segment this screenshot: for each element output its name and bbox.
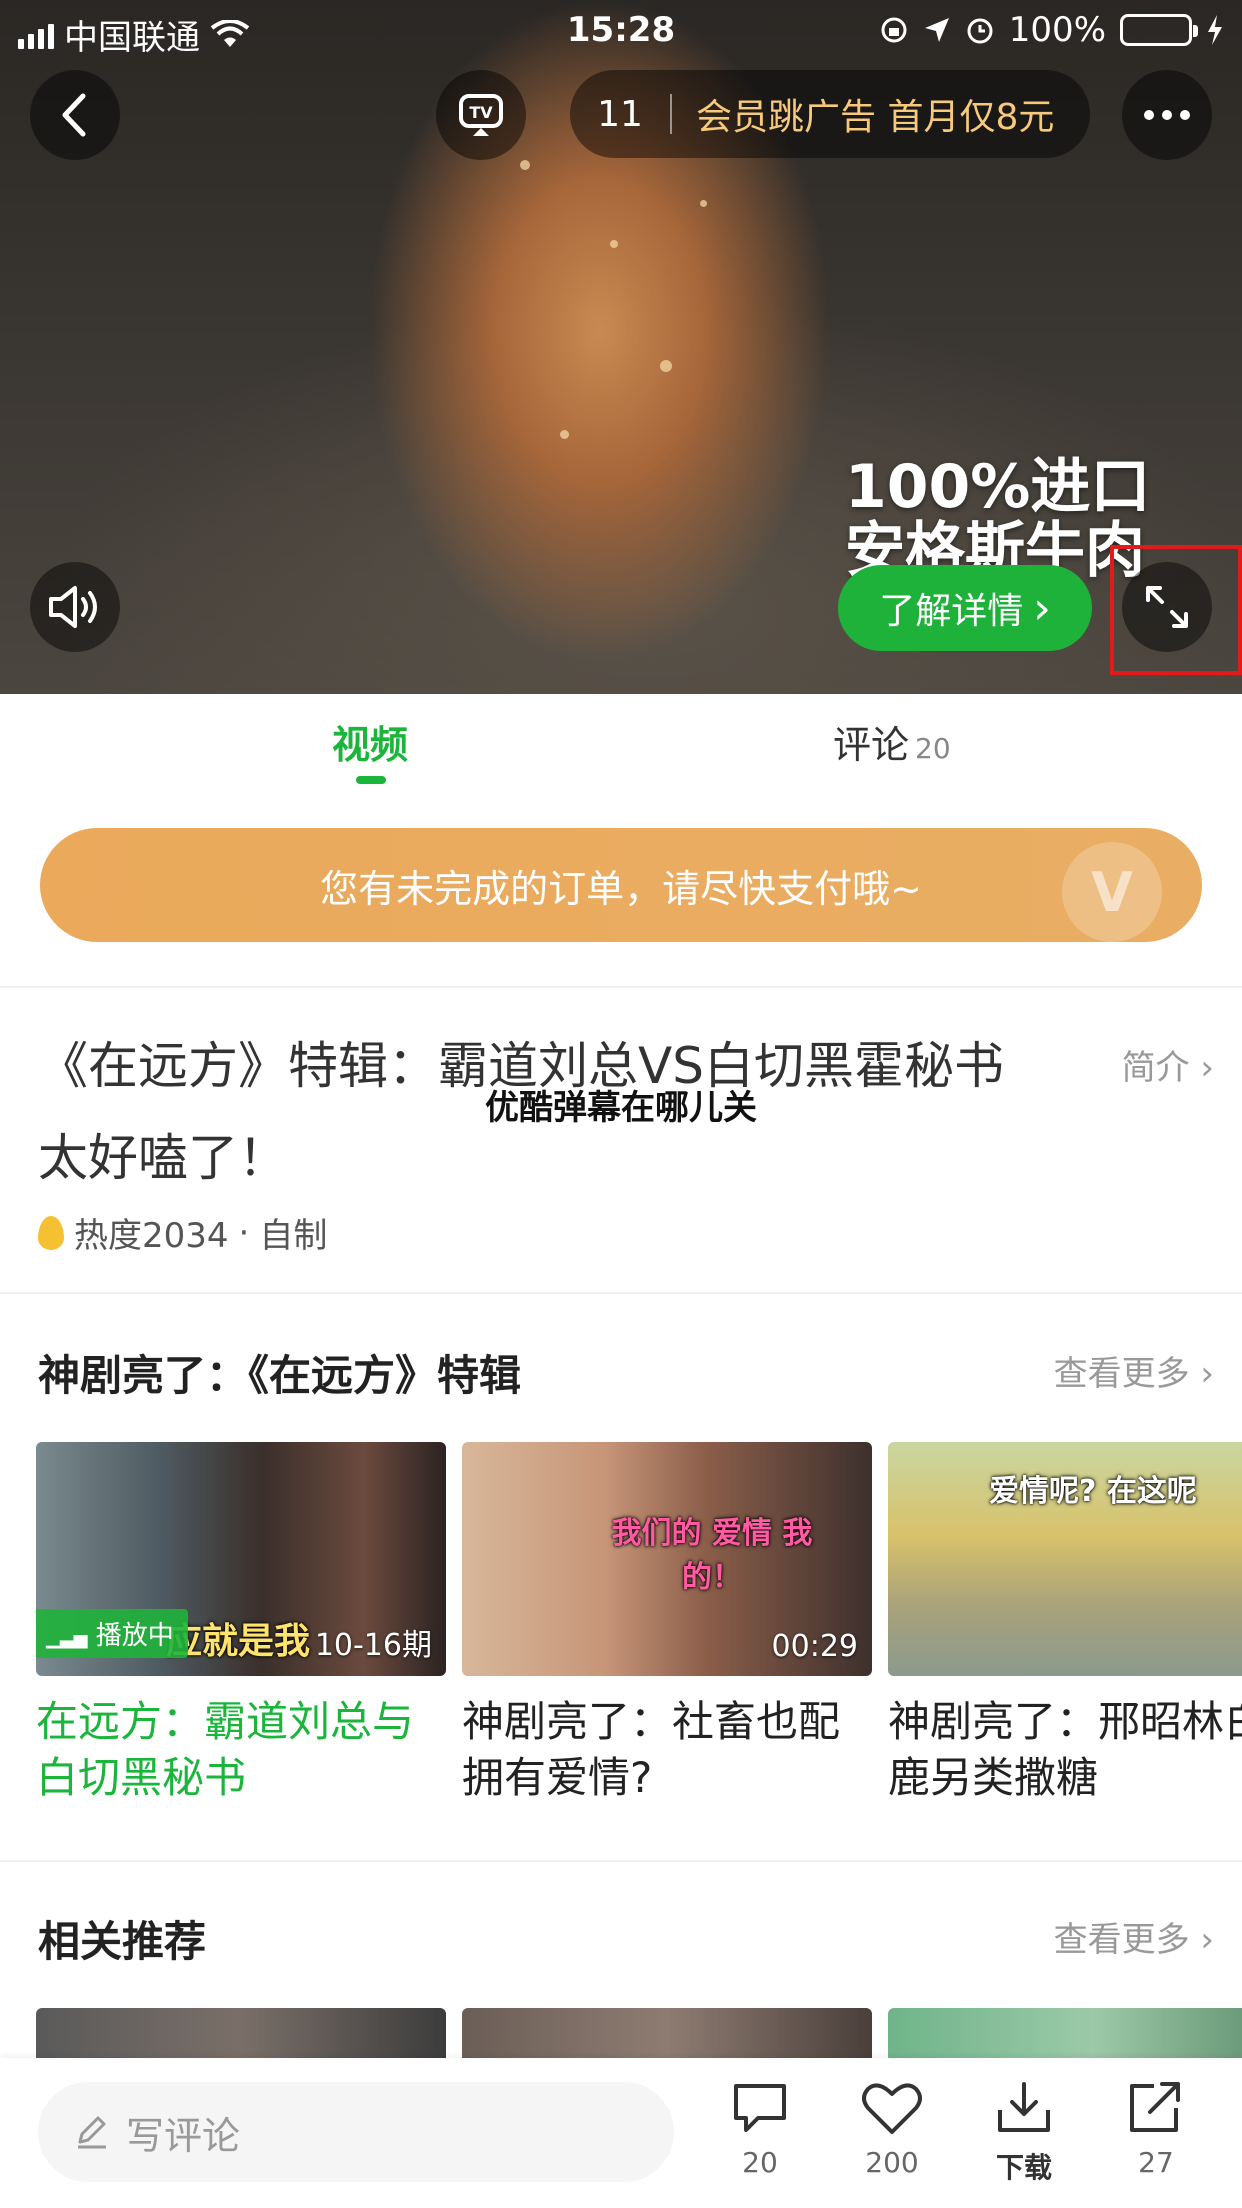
duration-label: 00:29 bbox=[771, 1629, 858, 1664]
overlay-question-text: 优酷弹幕在哪儿关 bbox=[485, 1088, 757, 1128]
divider bbox=[0, 986, 1242, 988]
playing-bars-icon: ▁▃▅ bbox=[46, 1628, 88, 1649]
banner-logo-letter: V bbox=[1091, 860, 1133, 924]
thumbnail-caption: 我们的 爱情 我的！ bbox=[611, 1516, 813, 1595]
ad-skip-pill[interactable]: 11 会员跳广告 首月仅8元 bbox=[570, 70, 1090, 158]
video-thumbnail[interactable]: 我们的 爱情 我的！ 00:29 bbox=[462, 1442, 872, 1676]
now-playing-label: 播放中 bbox=[95, 1621, 174, 1651]
chevron-right-icon: › bbox=[1033, 582, 1051, 634]
active-tab-indicator bbox=[356, 776, 386, 784]
meta-separator: · bbox=[238, 1212, 250, 1253]
video-frame-detail bbox=[610, 240, 618, 248]
comments-button[interactable]: 20 bbox=[710, 2080, 810, 2179]
learn-more-label: 了解详情 bbox=[879, 591, 1024, 632]
pencil-icon bbox=[78, 2116, 106, 2149]
download-label: 下载 bbox=[995, 2151, 1052, 2184]
pending-order-text: 您有未完成的订单，请尽快支付哦~ bbox=[320, 866, 922, 911]
flame-icon bbox=[38, 1215, 64, 1250]
ad-countdown: 11 bbox=[597, 93, 643, 135]
alarm-icon bbox=[967, 18, 993, 44]
svg-text:TV: TV bbox=[469, 103, 493, 122]
recommend-more-link[interactable]: 查看更多 › bbox=[1054, 1912, 1214, 1961]
content-tabs: 视频 评论 20 bbox=[0, 694, 1242, 804]
card-title: 神剧亮了：邢昭林白鹿另类撒糖 bbox=[888, 1697, 1242, 1802]
speaker-icon bbox=[49, 586, 97, 628]
youku-logo-icon: V bbox=[1062, 842, 1162, 942]
like-count: 200 bbox=[865, 2146, 919, 2179]
battery-percent: 100% bbox=[1008, 10, 1106, 50]
chevron-left-icon bbox=[62, 93, 86, 137]
card-title: 在远方：霸道刘总与白切黑秘书 bbox=[36, 1697, 415, 1802]
status-bar: 中国联通 15:28 100% bbox=[0, 0, 1242, 60]
more-dots-icon bbox=[1144, 110, 1190, 120]
video-player[interactable]: 中国联通 15:28 100% TV 11 会员跳广告 首月仅8元 100%进口… bbox=[0, 0, 1242, 694]
pending-order-banner[interactable]: 您有未完成的订单，请尽快支付哦~ V bbox=[40, 828, 1202, 942]
tab-comments-count: 20 bbox=[915, 732, 951, 765]
video-frame-detail bbox=[700, 200, 707, 207]
thumbnail-caption: 爱情呢? 在这呢 bbox=[989, 1474, 1197, 1509]
volume-button[interactable] bbox=[30, 562, 120, 652]
recommend-section-title: 相关推荐 bbox=[38, 1917, 207, 1966]
series-card[interactable]: 爱情呢? 在这呢 01 神剧亮了：邢昭林白鹿另类撒糖 bbox=[888, 1442, 1242, 1806]
share-count: 27 bbox=[1138, 2146, 1174, 2179]
card-title: 神剧亮了：社畜也配拥有爱情? bbox=[462, 1697, 841, 1802]
write-comment-input[interactable]: 写评论 bbox=[38, 2082, 674, 2182]
learn-more-button[interactable]: 了解详情 › bbox=[838, 565, 1092, 651]
video-thumbnail[interactable]: 爱情呢? 在这呢 01 bbox=[888, 1442, 1242, 1676]
heart-icon bbox=[862, 2083, 922, 2134]
write-comment-placeholder: 写评论 bbox=[126, 2113, 241, 2158]
comments-count: 20 bbox=[742, 2146, 778, 2179]
download-button[interactable]: 下载 bbox=[974, 2080, 1074, 2186]
video-frame-detail bbox=[560, 430, 569, 439]
location-icon bbox=[924, 18, 949, 42]
like-button[interactable]: 200 bbox=[842, 2080, 942, 2179]
divider bbox=[0, 1292, 1242, 1294]
tab-video[interactable]: 视频 bbox=[332, 714, 408, 769]
charging-icon bbox=[1208, 15, 1222, 45]
bottom-action-bar: 写评论 20 200 下载 27 bbox=[0, 2058, 1242, 2208]
back-button[interactable] bbox=[30, 70, 120, 160]
original-badge: 自制 bbox=[259, 1216, 328, 1256]
more-button[interactable] bbox=[1122, 70, 1212, 160]
comment-bubble-icon bbox=[734, 2084, 786, 2132]
tv-cast-button[interactable]: TV bbox=[436, 70, 526, 160]
series-card[interactable]: 我们的 爱情 我的！ 00:29 神剧亮了：社畜也配拥有爱情? bbox=[462, 1442, 872, 1806]
divider bbox=[0, 1860, 1242, 1862]
heat-value: 热度2034 bbox=[74, 1216, 229, 1256]
vip-skip-ad-link[interactable]: 会员跳广告 首月仅8元 bbox=[672, 88, 1054, 140]
series-more-link[interactable]: 查看更多 › bbox=[1054, 1346, 1214, 1395]
video-frame-detail bbox=[660, 360, 672, 372]
tab-video-label: 视频 bbox=[332, 723, 409, 767]
video-meta: 热度2034 · 自制 bbox=[38, 1208, 327, 1257]
series-section-title: 神剧亮了：《在远方》特辑 bbox=[38, 1351, 522, 1400]
highlight-annotation-box bbox=[1110, 545, 1242, 675]
video-thumbnail[interactable]: 应就是我 ▁▃▅ 播放中 10-16期 bbox=[36, 1442, 446, 1676]
tv-cast-icon: TV bbox=[459, 94, 503, 136]
download-icon bbox=[998, 2082, 1050, 2132]
share-button[interactable]: 27 bbox=[1106, 2080, 1206, 2179]
episode-label: 10-16期 bbox=[314, 1628, 432, 1663]
video-frame-detail bbox=[520, 160, 530, 170]
share-icon bbox=[1130, 2082, 1180, 2132]
orientation-lock-icon bbox=[881, 17, 907, 43]
tab-comments-label: 评论 bbox=[833, 723, 910, 767]
battery-icon bbox=[1120, 14, 1198, 46]
ad-caption: 100%进口 安格斯牛肉 bbox=[845, 455, 1150, 583]
series-card[interactable]: 应就是我 ▁▃▅ 播放中 10-16期 在远方：霸道刘总与白切黑秘书 bbox=[36, 1442, 446, 1806]
now-playing-tag: ▁▃▅ 播放中 bbox=[36, 1609, 188, 1658]
tab-comments[interactable]: 评论 20 bbox=[833, 714, 951, 769]
ad-caption-line1: 100%进口 bbox=[845, 452, 1151, 522]
